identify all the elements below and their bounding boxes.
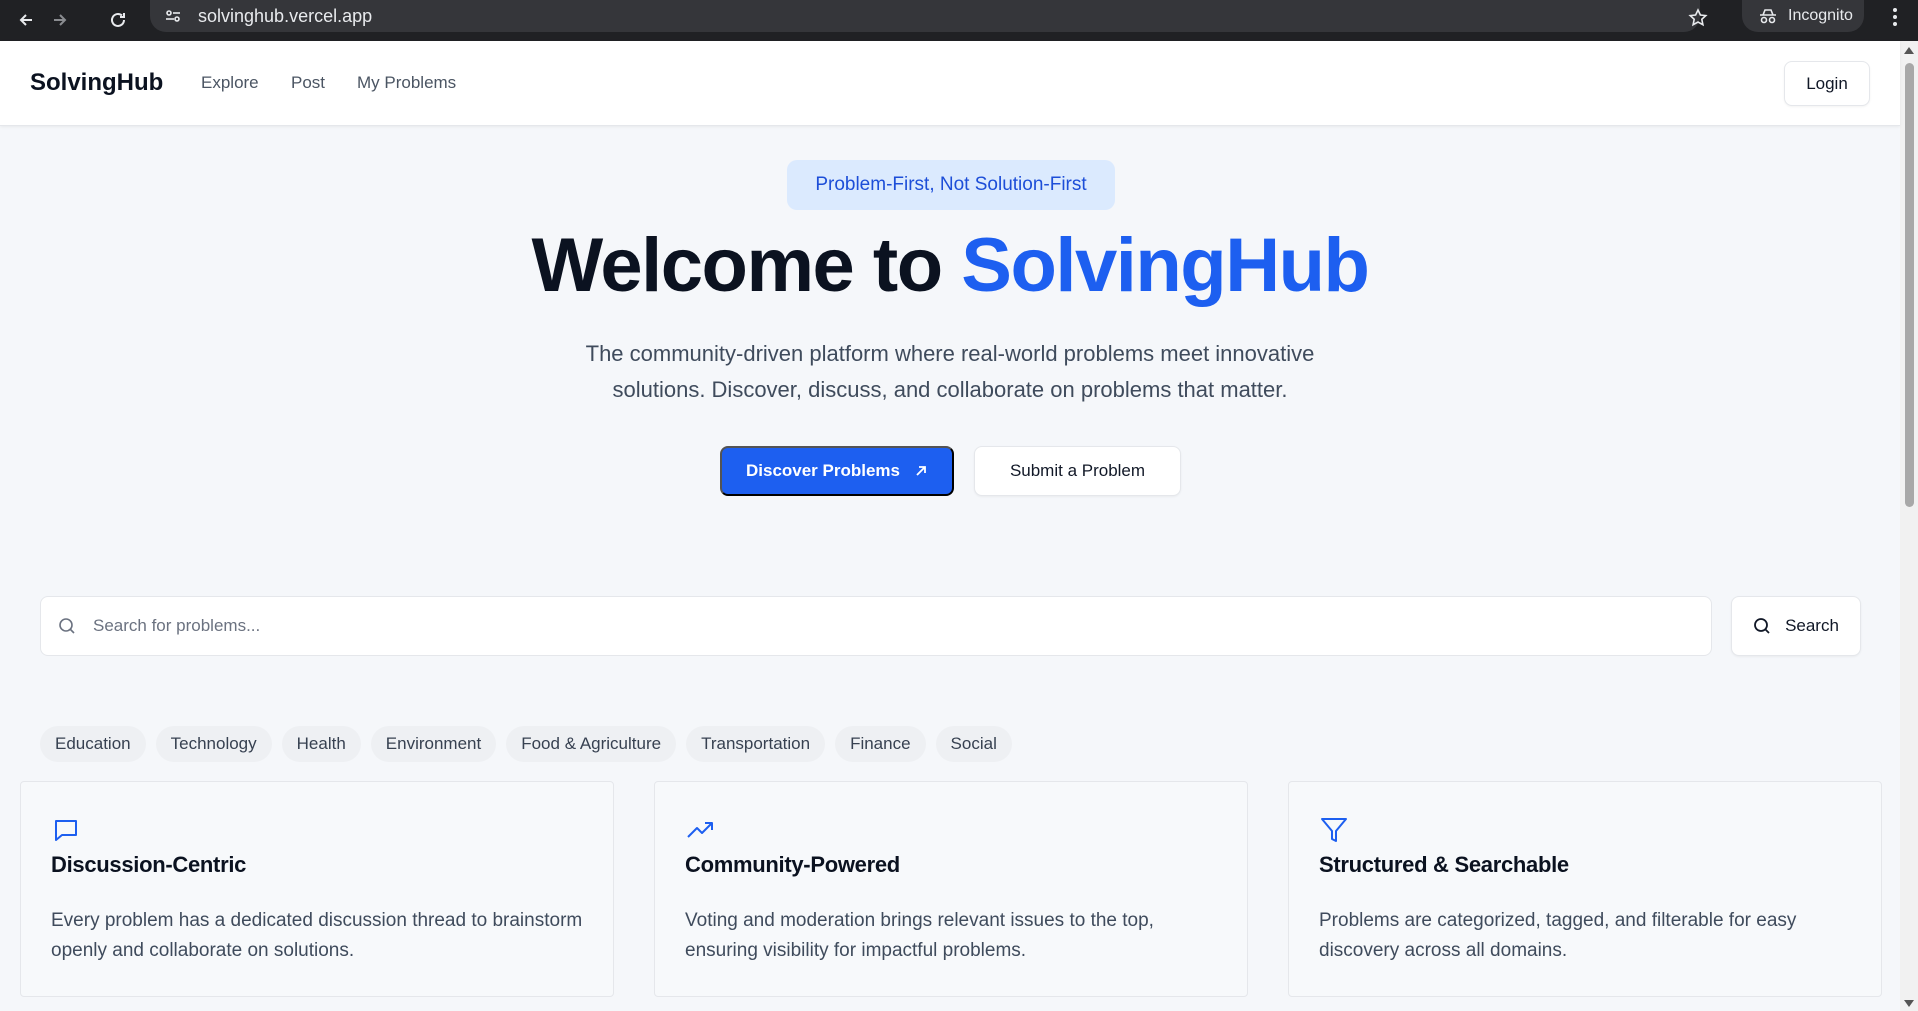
- arrow-up-right-icon: [916, 466, 926, 476]
- arrow-left-icon: [19, 14, 32, 26]
- scroll-up-arrow-icon[interactable]: [1904, 47, 1914, 54]
- discover-problems-button[interactable]: Discover Problems: [720, 446, 954, 496]
- search-icon: [1754, 618, 1770, 634]
- filter-icon: [1321, 818, 1347, 842]
- incognito-icon: [1760, 9, 1776, 24]
- tagline-badge: Problem-First, Not Solution-First: [787, 160, 1115, 210]
- feature-description: Problems are categorized, tagged, and fi…: [1319, 910, 1797, 961]
- browser-menu-button[interactable]: [1880, 2, 1910, 32]
- browser-toolbar: solvinghub.vercel.app Incognito: [0, 0, 1918, 41]
- search-button-label: Search: [1785, 616, 1839, 635]
- search-icon: [55, 614, 79, 638]
- reload-button[interactable]: [102, 4, 134, 36]
- search-button[interactable]: Search: [1731, 596, 1861, 656]
- category-chip-finance[interactable]: Finance: [835, 726, 926, 762]
- bookmark-star-button[interactable]: [1683, 3, 1713, 33]
- category-chip-health[interactable]: Health: [281, 726, 361, 762]
- hero-title: Welcome to SolvingHub: [0, 222, 1900, 309]
- incognito-indicator[interactable]: Incognito: [1742, 0, 1864, 32]
- scrollbar-thumb[interactable]: [1905, 63, 1914, 507]
- hero-title-accent: SolvingHub: [961, 223, 1370, 308]
- category-chip-social[interactable]: Social: [935, 726, 1012, 762]
- feature-card-community: Community-Powered Voting and moderation …: [654, 781, 1248, 997]
- trending-up-icon: [687, 822, 713, 838]
- category-chips: Education Technology Health Environment …: [40, 726, 1012, 762]
- feature-description: Voting and moderation brings relevant is…: [685, 910, 1154, 961]
- page-scrollbar[interactable]: [1900, 41, 1918, 1011]
- category-chip-technology[interactable]: Technology: [155, 726, 272, 762]
- search-input[interactable]: [93, 616, 1593, 636]
- category-chip-education[interactable]: Education: [40, 726, 146, 762]
- submit-problem-button[interactable]: Submit a Problem: [974, 446, 1181, 496]
- star-icon: [1688, 8, 1708, 27]
- reload-icon: [111, 12, 125, 27]
- nav-explore[interactable]: Explore: [201, 73, 259, 93]
- scroll-down-arrow-icon[interactable]: [1904, 1000, 1914, 1007]
- feature-title: Discussion-Centric: [51, 852, 247, 877]
- category-chip-food-agriculture[interactable]: Food & Agriculture: [506, 726, 677, 762]
- category-chip-transportation[interactable]: Transportation: [686, 726, 826, 762]
- address-bar[interactable]: solvinghub.vercel.app: [150, 0, 1700, 32]
- search-bar[interactable]: [40, 596, 1712, 656]
- category-chip-environment[interactable]: Environment: [370, 726, 497, 762]
- more-vertical-icon: [1893, 8, 1897, 26]
- discover-problems-label: Discover Problems: [745, 461, 900, 480]
- message-square-icon: [55, 820, 77, 841]
- nav-post[interactable]: Post: [291, 73, 325, 93]
- feature-title: Community-Powered: [685, 852, 900, 877]
- incognito-label: Incognito: [1788, 7, 1853, 24]
- forward-button[interactable]: [44, 4, 76, 36]
- back-button[interactable]: [10, 4, 42, 36]
- site-info-icon[interactable]: [162, 5, 184, 27]
- feature-card-structured: Structured & Searchable Problems are cat…: [1288, 781, 1882, 997]
- site-header: SolvingHub Explore Post My Problems Logi…: [0, 41, 1900, 126]
- arrow-right-icon: [54, 14, 67, 26]
- url-text: solvinghub.vercel.app: [198, 5, 373, 26]
- feature-card-discussion: Discussion-Centric Every problem has a d…: [20, 781, 614, 997]
- hero-title-prefix: Welcome to: [531, 223, 962, 308]
- login-button[interactable]: Login: [1784, 61, 1870, 106]
- nav-my-problems[interactable]: My Problems: [357, 73, 456, 93]
- brand-logo[interactable]: SolvingHub: [30, 69, 163, 97]
- hero-subtitle: The community-driven platform where real…: [585, 341, 1315, 402]
- feature-description: Every problem has a dedicated discussion…: [51, 910, 583, 961]
- feature-title: Structured & Searchable: [1319, 852, 1569, 877]
